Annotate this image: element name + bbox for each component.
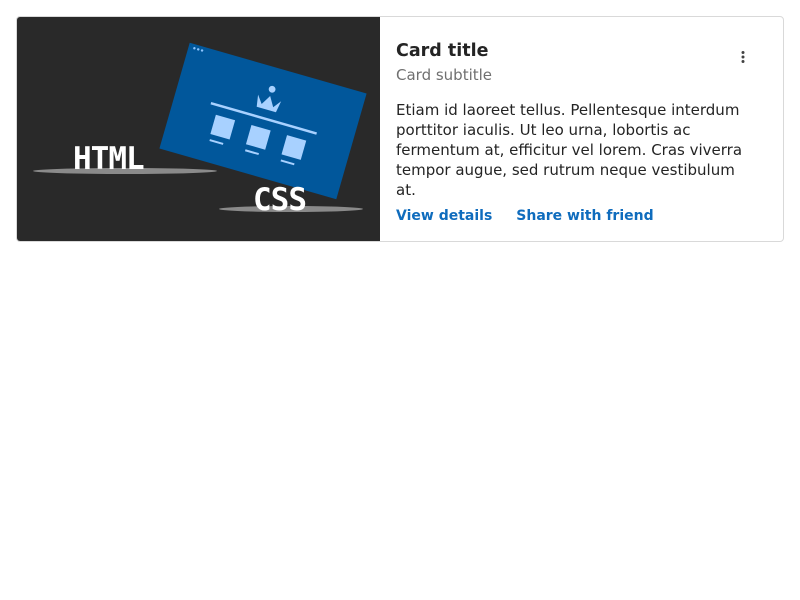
card-content: Card title Card subtitle Etiam id laoree…: [380, 17, 783, 241]
card-subtitle: Card subtitle: [396, 66, 493, 84]
html-logo-text: HTML: [73, 141, 144, 177]
card: HTML CSS Card title Card subtitle Etiam …: [16, 16, 784, 242]
html-css-illustration: HTML CSS: [33, 42, 367, 218]
card-image: HTML CSS: [17, 17, 380, 241]
card-title: Card title: [396, 41, 489, 61]
more-vertical-icon: [741, 51, 745, 63]
share-with-friend-button[interactable]: Share with friend: [516, 204, 653, 228]
more-options-button[interactable]: [731, 45, 755, 69]
browser-window-illustration: [159, 42, 367, 200]
css-logo-text: CSS: [253, 182, 306, 218]
card-body-text: Etiam id laoreet tellus. Pellentesque in…: [396, 101, 743, 199]
view-details-button[interactable]: View details: [396, 204, 492, 228]
card-actions: View details Share with friend: [396, 204, 767, 228]
